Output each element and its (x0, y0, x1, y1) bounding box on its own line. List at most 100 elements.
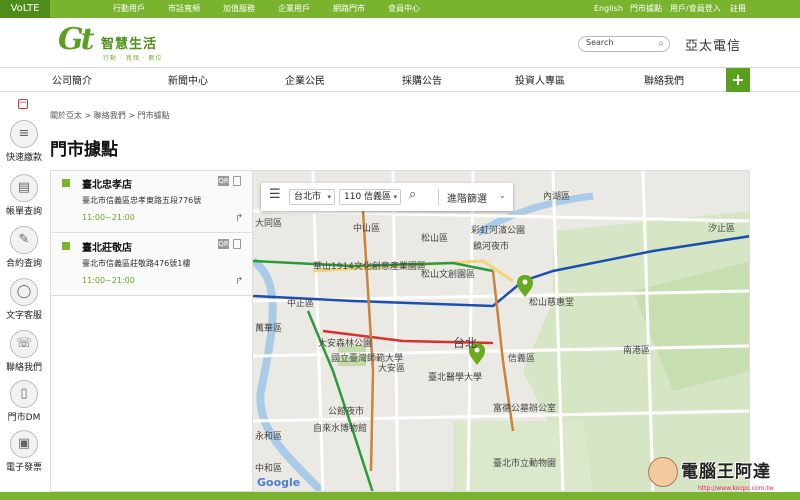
site-watermark: 電腦王阿達 http://www.kocpc.com.tw (648, 455, 798, 495)
sidebar-item-bill[interactable]: ▤ 帳單查詢 (0, 174, 48, 226)
sidebar-item-quick-pay[interactable]: ≡ 快速繳款 (0, 120, 48, 172)
sidebar-item-contact[interactable]: ☏ 聯絡我們 (0, 330, 48, 382)
directions-icon[interactable]: ↱ (235, 276, 243, 287)
store-name[interactable]: 臺北忠孝店 (82, 176, 132, 191)
top-utility-bar: VoLTE 行動用戶 市話寬頻 加值服務 企業用戶 網路門市 會員中心 Engl… (0, 0, 800, 18)
contract-icon: ✎ (10, 226, 38, 254)
store-map[interactable]: 大同區 中山區 松山區 彩虹河濱公園 內湖區 饒河夜市 松山文創園區 松山慈惠堂… (252, 170, 750, 492)
main-nav: 公司簡介 新聞中心 企業公民 採購公告 投資人專區 聯絡我們 + (0, 68, 800, 92)
nav-item-contact[interactable]: 聯絡我們 (644, 72, 684, 87)
map-label: 臺北醫學大學 (428, 373, 483, 383)
sidebar-item-label: 電子發票 (5, 463, 42, 473)
city-select[interactable]: 台北市 ▾ (289, 189, 335, 205)
map-filter-bar: ☰ 台北市 ▾ 110 信義區 ▾ ⌕ 進階篩選 ⌄ (261, 183, 513, 211)
chevron-down-icon[interactable]: ⌄ (499, 191, 506, 200)
map-canvas[interactable] (253, 171, 750, 492)
sidebar-item-label: 合約查詢 (5, 259, 42, 269)
map-label: 中和區 (255, 464, 283, 474)
gt-logo[interactable]: Gt (58, 22, 95, 57)
quick-sidebar: − ≡ 快速繳款 ▤ 帳單查詢 ✎ 合約查詢 ◯ 文字客服 ☏ 聯絡我們 ▯ 門… (0, 96, 48, 500)
mobile-phone-icon[interactable] (233, 176, 241, 186)
map-label: 華山1914文化創意產業園區 (313, 262, 426, 272)
district-select[interactable]: 110 信義區 ▾ (339, 189, 401, 205)
qr-code-icon[interactable]: QR (218, 176, 229, 186)
sidebar-collapse-button[interactable]: − (18, 99, 28, 109)
book-icon: ▯ (10, 380, 38, 408)
top-link-online-store[interactable]: 網路門市 (333, 0, 365, 18)
top-link-english[interactable]: English (594, 0, 623, 18)
sidebar-item-chat[interactable]: ◯ 文字客服 (0, 278, 48, 330)
map-label: 大安森林公園 (318, 339, 373, 349)
map-label: 饒河夜市 (473, 242, 510, 252)
nav-item-about[interactable]: 公司簡介 (52, 72, 92, 87)
invoice-icon: ▣ (10, 430, 38, 458)
volte-link[interactable]: VoLTE (0, 0, 50, 18)
mascot-avatar-icon (648, 457, 678, 487)
nav-item-investors[interactable]: 投資人專區 (515, 72, 565, 87)
map-label: 永和區 (255, 432, 283, 442)
sidebar-item-label: 文字客服 (5, 311, 42, 321)
top-link-register[interactable]: 註冊 (730, 0, 746, 18)
map-label: 松山區 (421, 234, 449, 244)
watermark-text: 電腦王阿達 (681, 462, 771, 482)
top-link-member[interactable]: 會員中心 (388, 0, 420, 18)
search-input[interactable]: Search (586, 38, 613, 47)
sidebar-item-label: 快速繳款 (5, 153, 42, 163)
bottom-bar (0, 492, 800, 500)
store-name[interactable]: 臺北莊敬店 (82, 239, 132, 254)
coin-stack-icon: ≡ (10, 120, 38, 148)
map-label: 彩虹河濱公園 (471, 226, 526, 236)
qr-code-icon[interactable]: QR (218, 239, 229, 249)
store-marker (62, 179, 70, 187)
map-label: 內湖區 (543, 192, 571, 202)
google-logo[interactable]: Google (257, 476, 300, 489)
top-link-value-added[interactable]: 加值服務 (223, 0, 255, 18)
map-label: 大安區 (378, 364, 406, 374)
sidebar-item-label: 門市DM (7, 413, 41, 423)
store-list: 臺北忠孝店 QR 臺北市信義區忠孝東路五段776號 11:00~21:00 ↱ … (50, 170, 253, 492)
store-hours: 11:00~21:00 (82, 276, 135, 285)
mobile-phone-icon[interactable] (233, 239, 241, 249)
map-label: 中正區 (287, 299, 315, 309)
map-label: 信義區 (508, 354, 536, 364)
map-label: 汐止區 (708, 224, 736, 234)
top-link-enterprise[interactable]: 企業用戶 (278, 0, 310, 18)
sidebar-item-contract[interactable]: ✎ 合約查詢 (0, 226, 48, 278)
nav-item-news[interactable]: 新聞中心 (168, 72, 208, 87)
sidebar-item-store-dm[interactable]: ▯ 門市DM (0, 380, 48, 432)
top-link-broadband[interactable]: 市話寬頻 (168, 0, 200, 18)
top-link-login[interactable]: 用戶/會員登入 (670, 0, 721, 18)
map-label: 自來水博物館 (313, 424, 368, 434)
map-label: 公館夜市 (328, 407, 365, 417)
store-address: 臺北市信義區莊敬路476號1樓 (82, 259, 191, 268)
breadcrumb[interactable]: 關於亞太 > 聯絡我們 > 門市據點 (50, 110, 170, 121)
top-link-stores[interactable]: 門市據點 (630, 0, 662, 18)
nav-item-procurement[interactable]: 採購公告 (402, 72, 442, 87)
divider (438, 189, 439, 205)
search-icon[interactable]: ⌕ (658, 38, 664, 49)
directions-icon[interactable]: ↱ (235, 213, 243, 224)
nav-item-csr[interactable]: 企業公民 (285, 72, 325, 87)
map-label: 富德公墓辦公室 (493, 404, 557, 414)
sidebar-item-e-invoice[interactable]: ▣ 電子發票 (0, 430, 48, 482)
top-link-mobile[interactable]: 行動用戶 (113, 0, 145, 18)
sidebar-item-label: 帳單查詢 (5, 207, 42, 217)
search-box[interactable]: Search ⌕ (578, 36, 670, 52)
chevron-down-icon: ▾ (393, 193, 397, 201)
list-menu-icon[interactable]: ☰ (269, 187, 281, 202)
map-label: 臺北市立動物園 (493, 459, 557, 469)
bill-icon: ▤ (10, 174, 38, 202)
company-logo[interactable]: 亞太電信 (685, 35, 741, 54)
watermark-url: http://www.kocpc.com.tw (698, 485, 774, 492)
store-item[interactable]: 臺北忠孝店 QR 臺北市信義區忠孝東路五段776號 11:00~21:00 ↱ (51, 171, 253, 233)
map-label: 萬華區 (255, 324, 283, 334)
map-search-icon[interactable]: ⌕ (409, 187, 416, 202)
advanced-filter-button[interactable]: 進階篩選 (447, 190, 487, 205)
map-label: 台北 (453, 336, 478, 350)
expand-menu-button[interactable]: + (726, 68, 750, 92)
store-address: 臺北市信義區忠孝東路五段776號 (82, 196, 202, 205)
city-select-value: 台北市 (294, 192, 322, 202)
store-item[interactable]: 臺北莊敬店 QR 臺北市信義區莊敬路476號1樓 11:00~21:00 ↱ (51, 234, 253, 296)
sidebar-item-label: 聯絡我們 (5, 363, 42, 373)
store-hours: 11:00~21:00 (82, 213, 135, 222)
